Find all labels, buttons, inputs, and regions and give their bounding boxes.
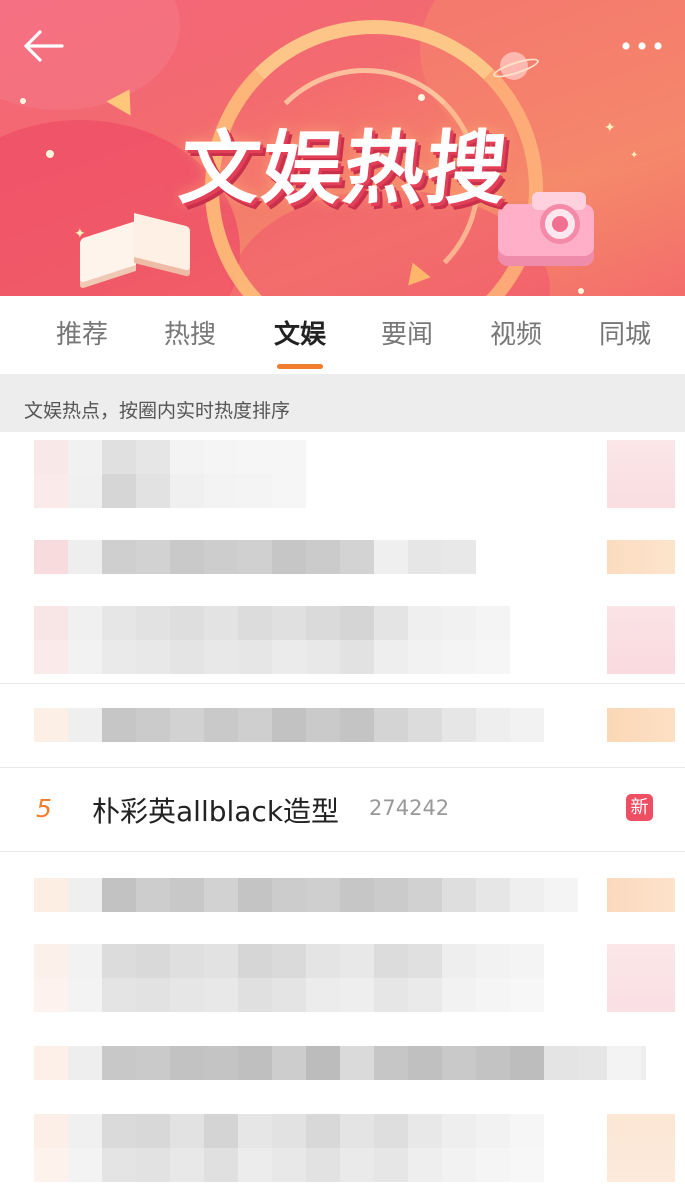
banner-dot <box>20 98 26 104</box>
section-subheader: 文娱热点，按圈内实时热度排序 <box>0 374 685 432</box>
pixelated-content <box>34 540 476 574</box>
list-item-blurred[interactable] <box>0 518 685 600</box>
tab-hot-search[interactable]: 热搜 <box>136 314 244 351</box>
book-illustration <box>80 212 190 284</box>
sparkle-icon: ✦ <box>604 120 616 136</box>
rank-number: 5 <box>36 794 52 823</box>
list-item-blurred[interactable] <box>0 934 685 1020</box>
badge-blurred <box>607 1114 675 1182</box>
list-item-blurred[interactable] <box>0 1020 685 1102</box>
hot-list: 5 朴彩英allblack造型 274242 新 <box>0 432 685 1200</box>
more-button[interactable] <box>618 30 666 62</box>
badge-blurred <box>607 540 675 574</box>
list-item-blurred[interactable] <box>0 852 685 934</box>
list-item[interactable]: 5 朴彩英allblack造型 274242 新 <box>0 768 685 852</box>
badge-blurred <box>607 878 675 912</box>
banner-dot <box>578 288 584 294</box>
pixelated-content <box>34 944 544 1012</box>
back-button[interactable] <box>22 30 66 62</box>
header-banner: ✦ ✦ ✦ 文娱热搜 <box>0 0 685 296</box>
pixelated-content <box>34 878 578 912</box>
badge-blurred <box>607 606 675 674</box>
list-item-blurred[interactable] <box>0 684 685 768</box>
pixelated-content <box>34 708 544 742</box>
badge-blurred <box>607 708 675 742</box>
tab-bar: 推荐 热搜 文娱 要闻 视频 同城 <box>0 296 685 374</box>
subheader-text: 文娱热点，按圈内实时热度排序 <box>24 400 291 422</box>
tab-video[interactable]: 视频 <box>462 314 570 351</box>
more-dots-icon <box>622 42 662 50</box>
arrow-left-icon <box>24 30 64 62</box>
badge-blurred <box>607 1046 641 1080</box>
list-item-blurred[interactable] <box>0 600 685 684</box>
heat-value: 274242 <box>369 796 450 820</box>
banner-title: 文娱热搜 <box>175 122 514 215</box>
tab-recommend[interactable]: 推荐 <box>28 314 136 351</box>
banner-dot <box>46 150 54 158</box>
tab-news[interactable]: 要闻 <box>353 314 461 351</box>
sparkle-icon: ✦ <box>630 150 639 161</box>
pixelated-content <box>34 440 306 508</box>
new-badge: 新 <box>626 794 653 821</box>
list-item-blurred[interactable] <box>0 432 685 518</box>
banner-dot <box>418 94 425 101</box>
list-item-blurred[interactable] <box>0 1102 685 1200</box>
pixelated-content <box>34 1046 646 1080</box>
pixelated-content <box>34 606 510 674</box>
badge-blurred <box>607 944 675 1012</box>
tab-active-indicator <box>277 364 323 369</box>
item-title[interactable]: 朴彩英allblack造型 <box>92 790 339 830</box>
tab-entertainment[interactable]: 文娱 <box>246 314 354 351</box>
pixelated-content <box>34 1114 544 1182</box>
tab-local[interactable]: 同城 <box>571 314 679 351</box>
badge-blurred <box>607 440 675 508</box>
